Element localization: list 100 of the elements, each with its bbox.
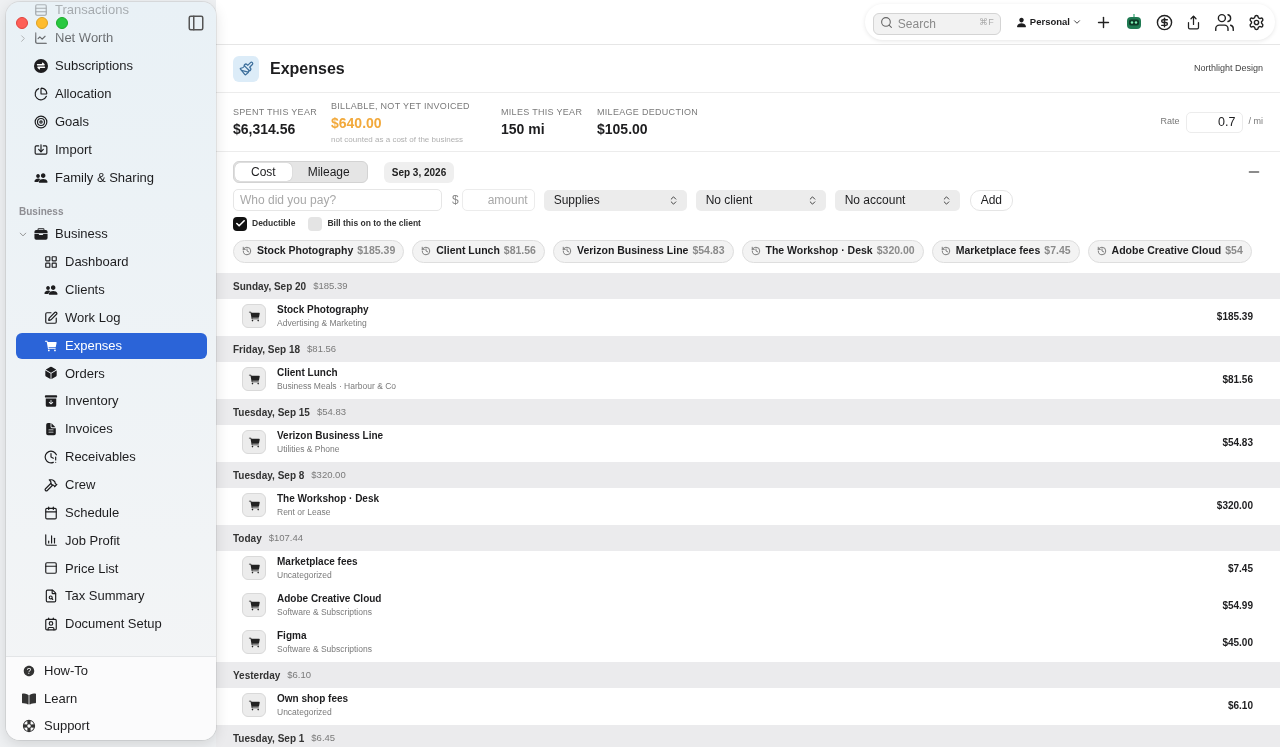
sidebar-item[interactable]: Invoices: [16, 416, 207, 443]
list-icon: [34, 3, 48, 17]
date-button[interactable]: Sep 3, 2026: [383, 161, 455, 183]
cube-icon: [44, 366, 58, 381]
stat-value: 150 mi: [501, 119, 545, 139]
robot-icon[interactable]: [1125, 13, 1143, 31]
profile-menu[interactable]: Personal: [1015, 14, 1082, 30]
sidebar-item[interactable]: Allocation: [17, 87, 112, 101]
day-label: Today: [233, 531, 262, 546]
target-icon: [34, 115, 48, 129]
day-label: Sunday, Sep 20: [233, 279, 307, 294]
sidebar-item[interactable]: Job Profit: [16, 527, 207, 554]
cart-icon: [44, 338, 58, 353]
day-label: Yesterday: [233, 668, 281, 683]
sidebar-item[interactable]: Inventory: [16, 388, 207, 415]
expense-name: Figma: [277, 629, 307, 642]
cart-icon: [242, 304, 266, 328]
sidebar-item[interactable]: Import: [17, 143, 92, 157]
dropdown-select[interactable]: No client: [695, 189, 826, 211]
sidebar-item[interactable]: Subscriptions: [17, 59, 134, 73]
sidebar-item[interactable]: Tax Summary: [16, 583, 207, 610]
arrow-into-tray-icon: [34, 143, 48, 157]
sidebar-item[interactable]: Orders: [16, 360, 207, 387]
mode-tab[interactable]: Cost: [235, 163, 292, 181]
rate-unit: / mi: [1248, 115, 1263, 129]
sidebar-item[interactable]: Goals: [17, 115, 89, 129]
recent-expense-chip[interactable]: Verizon Business Line $54.83: [552, 239, 734, 263]
document-icon: [44, 422, 58, 437]
sidebar-item[interactable]: Document Setup: [16, 610, 207, 637]
sidebar-item[interactable]: Learn: [6, 684, 216, 713]
briefcase-icon: [34, 227, 48, 241]
tick-icon: [234, 218, 246, 229]
expense-category: Rent or Lease: [277, 507, 331, 518]
amount-field[interactable]: amount: [461, 189, 535, 211]
sidebar-item[interactable]: Work Log: [16, 304, 207, 331]
dollar-circle-icon[interactable]: [1156, 13, 1173, 31]
day-label: Tuesday, Sep 1: [233, 731, 305, 746]
business-name: Northlight Design: [1193, 61, 1263, 75]
recent-expense-chip[interactable]: The Workshop · Desk $320.00: [741, 239, 924, 263]
expense-amount: $6.10: [1227, 698, 1253, 713]
close-window-icon[interactable]: [16, 17, 28, 29]
sidebar-item[interactable]: Crew: [16, 471, 207, 498]
checkbox[interactable]: [308, 216, 323, 231]
sidebar-item[interactable]: Price List: [16, 555, 207, 582]
stat-label: BILLABLE, NOT YET INVOICED: [331, 99, 470, 112]
shortcut-hint: ⌘F: [979, 16, 994, 28]
expense-amount: $81.56: [1222, 372, 1253, 387]
day-label: Friday, Sep 18: [233, 342, 301, 357]
checkbox[interactable]: [233, 216, 247, 231]
document-search-icon: [44, 589, 58, 604]
recent-expense-chip[interactable]: Adobe Creative Cloud $54: [1087, 239, 1252, 263]
share-icon[interactable]: [1186, 14, 1201, 30]
sidebar-icon[interactable]: [187, 14, 205, 32]
expense-category: Software & Subscriptions: [277, 644, 372, 655]
clock-icon: [44, 449, 58, 464]
sidebar-item[interactable]: Dashboard: [16, 249, 207, 275]
section-label: Business: [19, 205, 64, 219]
pencil-square-icon: [44, 310, 58, 325]
cart-icon: [242, 556, 266, 580]
sidebar-item[interactable]: Support: [6, 712, 216, 740]
checkbox-label: Bill this on to the client: [327, 217, 421, 230]
settings-icon[interactable]: [1248, 13, 1265, 31]
dropdown-select[interactable]: No account: [834, 189, 960, 211]
day-total: $185.39: [313, 278, 348, 293]
sidebar-item[interactable]: Clients: [16, 276, 207, 303]
expense-name: The Workshop · Desk: [277, 492, 380, 505]
search-icon: [879, 16, 893, 29]
sidebar-item[interactable]: Expenses: [16, 332, 207, 359]
expense-amount: $7.45: [1227, 561, 1253, 576]
sidebar-item[interactable]: Receivables: [16, 443, 207, 470]
expense-name: Adobe Creative Cloud: [277, 592, 382, 605]
recent-expense-chip[interactable]: Stock Photography $185.39: [233, 239, 405, 263]
brush-icon: [233, 55, 259, 82]
sidebar-item[interactable]: Schedule: [16, 499, 207, 526]
archive-box-icon: [44, 394, 58, 409]
expense-name: Verizon Business Line: [277, 429, 384, 442]
sidebar-item[interactable]: Family & Sharing: [17, 171, 154, 185]
day-total: $6.10: [287, 667, 312, 682]
payee-field[interactable]: Who did you pay?: [233, 189, 442, 211]
zoom-window-icon[interactable]: [56, 17, 68, 29]
add-button[interactable]: Add: [969, 189, 1014, 211]
sidebar-item[interactable]: Business: [17, 226, 108, 242]
mode-tab[interactable]: Mileage: [291, 163, 366, 181]
currency-symbol: $: [452, 192, 459, 209]
sidebar-item[interactable]: How-To: [6, 657, 216, 685]
stat-value: $105.00: [597, 119, 648, 139]
sidebar-item[interactable]: Net Worth: [17, 31, 114, 45]
hammer-icon: [44, 477, 58, 492]
rate-field[interactable]: 0.7: [1185, 111, 1243, 133]
page-icon: [44, 561, 58, 576]
cart-icon: [242, 630, 266, 654]
people-icon: [34, 171, 48, 185]
dropdown-select[interactable]: Supplies: [543, 189, 687, 211]
stat-label: SPENT THIS YEAR: [233, 105, 318, 118]
recent-expense-chip[interactable]: Client Lunch $81.56: [412, 239, 545, 263]
arrows-circle-icon: [34, 59, 48, 73]
recent-expense-chip[interactable]: Marketplace fees $7.45: [931, 239, 1080, 263]
day-label: Tuesday, Sep 8: [233, 468, 305, 483]
cart-icon: [242, 367, 266, 391]
people-icon[interactable]: [1214, 11, 1235, 33]
